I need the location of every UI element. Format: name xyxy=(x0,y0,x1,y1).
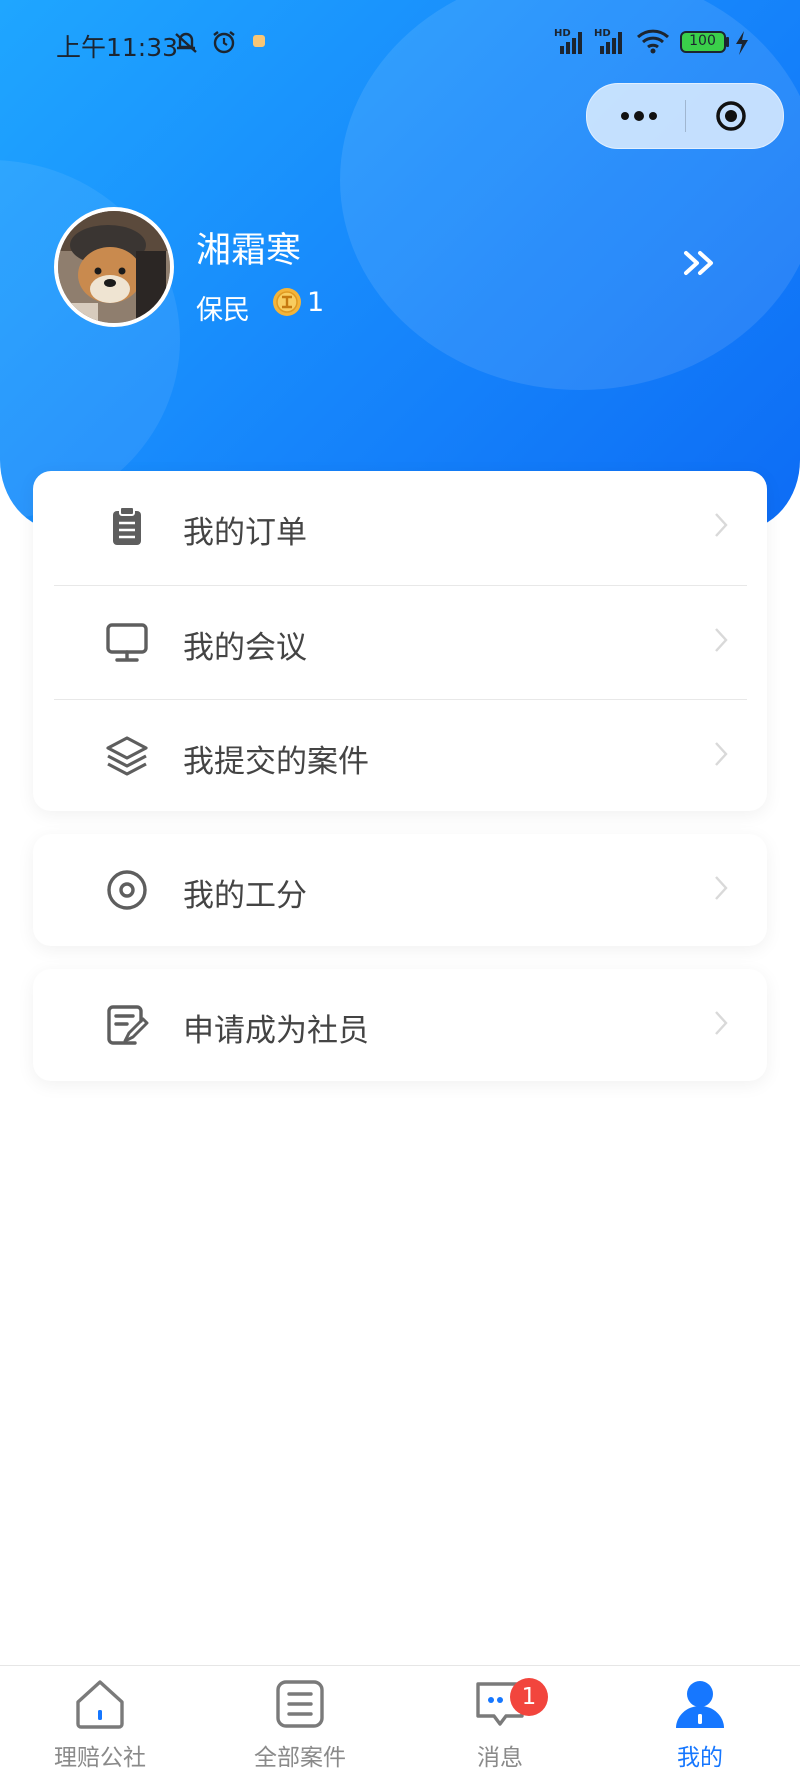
chevron-right-icon xyxy=(715,1011,728,1035)
menu-card: 我的订单 我的会议 我提交的案件 xyxy=(33,471,767,811)
menu-item-label: 申请成为社员 xyxy=(183,1013,369,1049)
battery-icon: 100 xyxy=(680,31,726,53)
battery-tip xyxy=(726,37,729,47)
double-chevron-right-icon[interactable] xyxy=(680,248,722,278)
target-icon xyxy=(107,870,147,910)
miniprogram-capsule xyxy=(586,83,784,149)
menu-item-label: 我的订单 xyxy=(183,515,307,551)
list-icon xyxy=(276,1680,324,1728)
home-icon xyxy=(76,1680,124,1729)
alarm-icon xyxy=(213,31,235,54)
profile-header: 上午11:33 HD HD 100 湘霜寒 保民 1 xyxy=(0,0,800,530)
tab-messages[interactable]: 1 消息 xyxy=(400,1666,600,1779)
tab-mine[interactable]: 我的 xyxy=(600,1666,800,1779)
menu-card: 我的工分 xyxy=(33,834,767,946)
wifi-icon xyxy=(636,29,670,54)
svg-text:HD: HD xyxy=(594,28,611,39)
menu-item-work-points[interactable]: 我的工分 xyxy=(33,834,767,946)
tab-label: 全部案件 xyxy=(254,1745,346,1771)
hd-signal-icon: HD xyxy=(554,28,582,54)
unread-badge: 1 xyxy=(510,1678,548,1716)
edit-document-icon xyxy=(107,1005,149,1045)
charging-icon xyxy=(736,31,748,55)
tab-home[interactable]: 理赔公社 xyxy=(0,1666,200,1779)
coin-icon xyxy=(273,288,301,316)
menu-item-meetings[interactable]: 我的会议 xyxy=(33,586,767,698)
avatar[interactable] xyxy=(54,207,174,327)
tab-label: 我的 xyxy=(677,1745,723,1771)
chevron-right-icon xyxy=(715,742,728,766)
clipboard-icon xyxy=(113,506,141,545)
chevron-right-icon xyxy=(715,513,728,537)
tab-label: 理赔公社 xyxy=(54,1745,146,1771)
layers-icon xyxy=(106,736,148,776)
chevron-right-icon xyxy=(715,876,728,900)
mute-bell-icon xyxy=(175,32,197,53)
target-close-icon[interactable] xyxy=(715,100,747,132)
tab-all-cases[interactable]: 全部案件 xyxy=(200,1666,400,1779)
avatar-image xyxy=(58,211,170,323)
capsule-divider xyxy=(685,100,686,132)
status-time: 上午11:33 xyxy=(56,33,179,62)
notification-dot-icon xyxy=(253,35,265,47)
monitor-icon xyxy=(106,623,148,662)
tab-label: 消息 xyxy=(477,1745,523,1771)
coin-count: 1 xyxy=(307,287,325,318)
status-bar: 上午11:33 HD HD 100 xyxy=(0,0,800,88)
menu-item-submitted-cases[interactable]: 我提交的案件 xyxy=(33,700,767,812)
menu-item-apply-member[interactable]: 申请成为社员 xyxy=(33,969,767,1081)
menu-card: 申请成为社员 xyxy=(33,969,767,1081)
chevron-right-icon xyxy=(715,628,728,652)
username: 湘霜寒 xyxy=(196,231,302,271)
svg-text:HD: HD xyxy=(554,28,571,39)
menu-item-orders[interactable]: 我的订单 xyxy=(33,471,767,583)
menu-item-label: 我的工分 xyxy=(183,878,307,914)
battery-level: 100 xyxy=(689,33,716,49)
hd-signal-icon: HD xyxy=(594,28,622,54)
menu-item-label: 我提交的案件 xyxy=(183,744,369,780)
bottom-tab-bar: 理赔公社 全部案件 1 消息 我的 xyxy=(0,1665,800,1779)
user-icon xyxy=(676,1681,724,1728)
menu-item-label: 我的会议 xyxy=(183,630,307,666)
user-role: 保民 xyxy=(196,295,250,326)
more-dots-icon[interactable] xyxy=(617,104,661,128)
